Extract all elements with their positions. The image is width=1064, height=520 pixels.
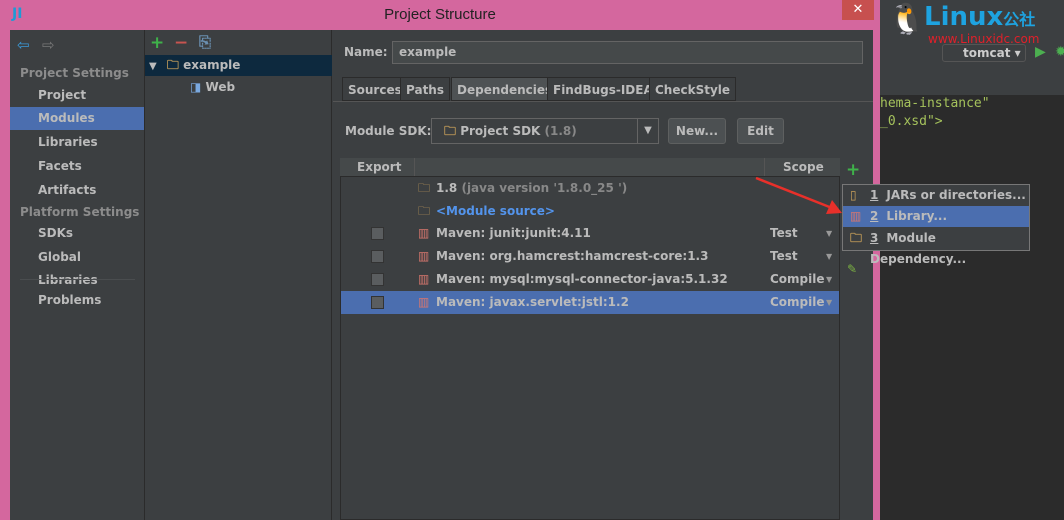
sdk-folder-icon: 🗀	[444, 124, 457, 138]
web-facet-icon: ◨	[190, 80, 202, 94]
sidebar-item-project[interactable]: Project	[10, 84, 144, 107]
table-row[interactable]: ▥ Maven: junit:junit:4.11 Test ▼	[341, 222, 839, 245]
jdk-icon: 🗀	[418, 181, 431, 195]
chevron-down-icon[interactable]: ▼	[637, 119, 658, 143]
library-icon: ▥	[418, 226, 430, 240]
menu-item-library[interactable]: ▥ 2 Library...	[843, 206, 1029, 227]
library-icon: ▥	[418, 295, 430, 309]
divider	[20, 279, 135, 280]
sidebar-item-facets[interactable]: Facets	[10, 155, 144, 178]
tab-findbugs[interactable]: FindBugs-IDEA	[547, 77, 659, 101]
scope-select[interactable]: Test	[770, 222, 798, 245]
chevron-down-icon[interactable]: ▼	[826, 268, 832, 291]
library-icon: ▥	[850, 209, 862, 223]
table-row[interactable]: ▥ Maven: javax.servlet:jstl:1.2 Compile ▼	[341, 291, 839, 314]
menu-item-jars[interactable]: ▯ 1 JARs or directories...	[843, 185, 1029, 206]
menu-item-module-dependency[interactable]: 🗀 3 Module Dependency...	[843, 228, 1029, 266]
tree-node-web[interactable]: ◨ Web	[190, 77, 235, 97]
module-icon: 🗀	[850, 231, 863, 245]
chevron-down-icon[interactable]: ▼	[826, 291, 832, 314]
column-export[interactable]: Export	[357, 160, 401, 174]
chevron-down-icon[interactable]: ▼	[826, 245, 832, 268]
name-label: Name:	[344, 45, 388, 59]
tab-paths[interactable]: Paths	[400, 77, 450, 101]
export-checkbox[interactable]	[371, 296, 384, 309]
name-input[interactable]: example	[392, 41, 863, 64]
export-checkbox[interactable]	[371, 227, 384, 240]
close-button[interactable]: ✕	[842, 0, 874, 20]
scope-select[interactable]: Compile	[770, 291, 825, 314]
back-arrow-icon[interactable]: ⇦	[17, 36, 30, 54]
module-folder-icon: 🗀	[166, 58, 179, 72]
section-project-settings: Project Settings	[20, 66, 129, 80]
copy-icon[interactable]: ⎘	[199, 33, 211, 51]
forward-arrow-icon[interactable]: ⇨	[42, 36, 55, 54]
module-tree-panel	[145, 30, 332, 520]
ide-toolbar: 🐧 Linux公社 www.Linuxidc.com tomcat ▾ ▶ ✹	[880, 0, 1064, 95]
code-editor[interactable]: hema-instance" _0.xsd">	[880, 95, 990, 131]
section-platform-settings: Platform Settings	[20, 205, 140, 219]
remove-module-icon[interactable]: −	[174, 33, 188, 53]
sidebar-item-problems[interactable]: Problems	[10, 289, 144, 312]
module-sdk-select[interactable]: 🗀 Project SDK (1.8)	[431, 118, 659, 144]
export-checkbox[interactable]	[371, 250, 384, 263]
window-title: Project Structure	[384, 6, 496, 23]
sidebar-item-sdks[interactable]: SDKs	[10, 222, 144, 245]
table-row[interactable]: ▥ Maven: mysql:mysql-connector-java:5.1.…	[341, 268, 839, 291]
sidebar-item-libraries[interactable]: Libraries	[10, 131, 144, 154]
run-config-dropdown[interactable]: tomcat ▾	[942, 44, 1026, 62]
watermark-logo: Linux公社	[924, 2, 1036, 32]
sidebar-item-modules[interactable]: Modules	[10, 107, 144, 130]
table-row[interactable]: ▥ Maven: org.hamcrest:hamcrest-core:1.3 …	[341, 245, 839, 268]
sidebar-item-artifacts[interactable]: Artifacts	[10, 179, 144, 202]
export-checkbox[interactable]	[371, 273, 384, 286]
edit-sdk-button[interactable]: Edit	[737, 118, 784, 144]
module-sdk-label: Module SDK:	[345, 124, 432, 138]
scope-select[interactable]: Compile	[770, 268, 825, 291]
red-arrow-annotation	[755, 176, 842, 214]
add-module-icon[interactable]: +	[150, 33, 164, 53]
scope-select[interactable]: Test	[770, 245, 798, 268]
debug-icon[interactable]: ✹	[1055, 44, 1064, 60]
sidebar-item-global-libraries[interactable]: Global Libraries	[10, 246, 144, 287]
tab-divider	[333, 101, 873, 102]
tab-dependencies[interactable]: Dependencies	[451, 77, 559, 101]
library-icon: ▥	[418, 272, 430, 286]
source-folder-icon: 🗀	[418, 204, 431, 218]
run-icon[interactable]: ▶	[1035, 44, 1046, 60]
jar-icon: ▯	[850, 188, 857, 202]
tree-node-example[interactable]: ▼ 🗀 example	[145, 55, 332, 76]
tab-checkstyle[interactable]: CheckStyle	[649, 77, 737, 101]
library-icon: ▥	[418, 249, 430, 263]
new-sdk-button[interactable]: New...	[668, 118, 726, 144]
chevron-down-icon[interactable]: ▼	[826, 222, 832, 245]
edit-pencil-icon[interactable]: ✎	[847, 262, 857, 276]
tab-sources[interactable]: Sources	[342, 77, 408, 101]
